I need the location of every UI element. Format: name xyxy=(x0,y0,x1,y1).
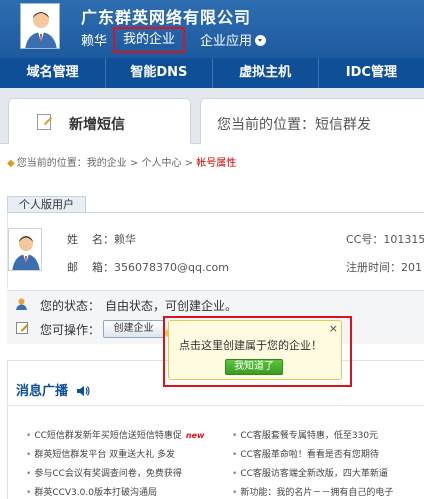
nav-smart-dns[interactable]: 智能DNS xyxy=(106,58,213,88)
news-item-text: 群英CCV3.0.0版本打破沟通局 xyxy=(34,488,157,498)
news-item[interactable]: • 群英短信群发平台 双重送大礼 多发 xyxy=(26,447,175,460)
breadcrumb-current: 帐号属性 xyxy=(196,158,237,169)
top-header: 广东群英网络有限公司 赖华 我的企业 企业应用 xyxy=(0,0,424,58)
name-label: 姓 名： xyxy=(67,233,114,246)
document-edit-icon xyxy=(37,114,51,130)
news-item-text: CC短信群发新年买短信送短信特惠促 xyxy=(34,431,182,441)
nav-domain-management[interactable]: 域名管理 xyxy=(0,58,107,88)
email-label: 邮 箱： xyxy=(67,261,114,274)
news-item-text: 参与CC会议有奖调查问卷，免费获得 xyxy=(34,469,182,479)
breadcrumb: ◆ 您当前的位置：我的企业 > 个人中心 > 帐号属性 xyxy=(7,154,236,169)
name-value: 赖华 xyxy=(114,233,136,246)
breadcrumb-separator-2: > xyxy=(181,158,197,169)
news-item[interactable]: • 群英CCV3.0.0版本打破沟通局 xyxy=(26,485,157,498)
main-nav: 域名管理 智能DNS 虚拟主机 IDC管理 xyxy=(0,58,424,88)
bullet-icon: • xyxy=(26,431,32,441)
news-item[interactable]: • 新功能：我的名片－－拥有自己的电子 xyxy=(232,485,393,498)
name-row: 姓 名：赖华 xyxy=(67,231,136,247)
chevron-down-icon xyxy=(255,35,267,46)
news-item[interactable]: • CC短信群发新年买短信送短信特惠促 new xyxy=(26,428,204,441)
cc-row: CC号：101315 xyxy=(346,231,424,247)
bullet-icon: • xyxy=(232,431,238,441)
enterprise-apps-label: 企业应用 xyxy=(200,34,253,49)
my-enterprise-link[interactable]: 我的企业 xyxy=(113,27,185,53)
bullet-icon: ◆ xyxy=(7,158,15,169)
location-text: 您当前的位置：短信群发 xyxy=(217,117,371,133)
cc-label: CC号： xyxy=(346,233,384,246)
ops-label: 您可操作： xyxy=(40,323,101,337)
breadcrumb-my-enterprise[interactable]: 我的企业 xyxy=(87,158,127,169)
news-divider xyxy=(7,405,424,406)
news-item-text: CC客服访客端全新改版，四大革新逼 xyxy=(240,469,388,479)
section-tab-personal-user: 个人版用户 xyxy=(7,196,86,213)
profile-panel xyxy=(7,213,424,288)
bullet-icon: • xyxy=(26,450,32,460)
breadcrumb-prefix: 您当前的位置： xyxy=(16,158,87,169)
enterprise-apps-menu[interactable]: 企业应用 xyxy=(200,30,267,49)
news-item[interactable]: • 参与CC会议有奖调查问卷，免费获得 xyxy=(26,466,182,479)
bullet-icon: • xyxy=(26,469,32,479)
location-panel: 您当前的位置：短信群发 xyxy=(200,98,424,144)
status-label: 您的状态： xyxy=(40,299,101,313)
nav-idc-management[interactable]: IDC管理 xyxy=(319,58,424,88)
tab-new-sms-label: 新增短信 xyxy=(69,117,125,133)
edit-icon xyxy=(16,322,28,334)
bullet-icon: • xyxy=(232,450,238,460)
news-item-text: 新功能：我的名片－－拥有自己的电子 xyxy=(240,488,394,498)
news-item[interactable]: • CC客服套餐专属特惠，低至330元 xyxy=(232,428,378,441)
company-name: 广东群英网络有限公司 xyxy=(81,8,252,27)
nav-virtual-host[interactable]: 虚拟主机 xyxy=(213,58,319,88)
bullet-icon: • xyxy=(26,488,32,498)
news-item[interactable]: • CC客服革命啦！看看是否有您期待 xyxy=(232,447,379,460)
user-name-link[interactable]: 赖华 xyxy=(81,30,107,49)
tab-band: 新增短信 您当前的位置：短信群发 xyxy=(0,88,424,144)
profile-avatar xyxy=(8,228,42,271)
reg-value: 201 xyxy=(401,261,422,274)
create-enterprise-button[interactable]: 创建企业 xyxy=(103,320,164,338)
bullet-icon: • xyxy=(232,469,238,479)
email-row: 邮 箱：356078370@qq.com xyxy=(67,259,229,275)
highlight-box xyxy=(163,316,352,387)
breadcrumb-personal-center[interactable]: 个人中心 xyxy=(141,158,181,169)
cc-value: 101315 xyxy=(383,233,424,246)
news-item-text: 群英短信群发平台 双重送大礼 多发 xyxy=(34,450,176,460)
breadcrumb-separator: > xyxy=(126,158,142,169)
news-item[interactable]: • CC客服访客端全新改版，四大革新逼 xyxy=(232,466,388,479)
news-title-text: 消息广播 xyxy=(16,384,69,399)
email-value: 356078370@qq.com xyxy=(114,261,229,274)
news-title: 消息广播 xyxy=(16,380,90,399)
person-icon xyxy=(16,298,27,310)
speaker-icon xyxy=(76,385,90,396)
tab-new-sms[interactable]: 新增短信 xyxy=(8,98,191,144)
status-value: 自由状态，可创建企业。 xyxy=(105,299,238,313)
reg-label: 注册时间： xyxy=(346,261,401,274)
reg-row: 注册时间：201 xyxy=(346,259,422,275)
user-avatar[interactable] xyxy=(20,3,60,49)
new-badge: new xyxy=(185,431,205,440)
news-item-text: CC客服革命啦！看看是否有您期待 xyxy=(240,450,379,460)
bullet-icon: • xyxy=(232,488,238,498)
news-item-text: CC客服套餐专属特惠，低至330元 xyxy=(240,431,379,441)
